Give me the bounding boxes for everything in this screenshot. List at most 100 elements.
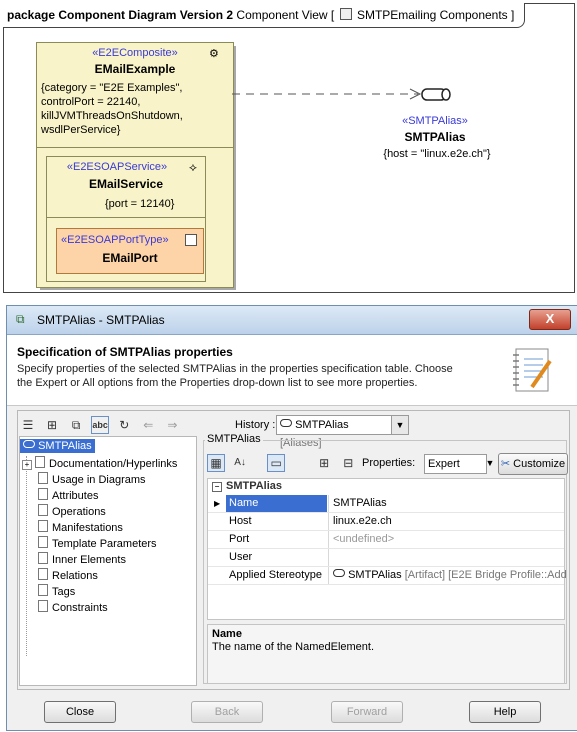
service-stereotype: «E2ESOAPService» xyxy=(66,161,168,173)
close-window-button[interactable]: X xyxy=(529,309,571,330)
property-row-host[interactable]: Host linux.e2e.ch xyxy=(208,513,564,531)
alias-tags: {host = "linux.e2e.ch"} xyxy=(383,148,491,160)
tree-item-label: Operations xyxy=(52,506,106,518)
page-icon xyxy=(38,472,48,484)
back-button[interactable]: Back xyxy=(191,701,263,723)
property-row-name[interactable]: ▶ Name SMTPAlias xyxy=(208,495,564,513)
service-name: EMailService xyxy=(88,177,164,191)
expand-all-icon[interactable]: ⊞ xyxy=(315,454,333,472)
current-row-icon: ▶ xyxy=(214,499,221,508)
page-icon xyxy=(35,456,45,468)
collapse-icon[interactable]: − xyxy=(212,482,222,492)
package-tab: package Component Diagram Version 2 Comp… xyxy=(3,3,526,28)
property-value[interactable]: SMTPAlias xyxy=(328,495,569,512)
alias-stereotype: «SMTPAlias» xyxy=(402,115,468,127)
example-tag-line: wsdlPerService} xyxy=(41,124,121,136)
tree-item-label: Inner Elements xyxy=(52,554,126,566)
tree-item-tags[interactable]: Tags xyxy=(38,584,75,600)
compartment-divider xyxy=(37,147,233,148)
tree-item-label: Constraints xyxy=(52,602,108,614)
refresh-icon[interactable]: ↻ xyxy=(115,416,133,434)
property-row-user[interactable]: User xyxy=(208,549,564,567)
forward-arrow-icon[interactable]: ⇒ xyxy=(163,416,181,434)
component-icon xyxy=(339,8,352,20)
page-icon xyxy=(38,584,48,596)
example-tag-line: controlPort = 22140, xyxy=(41,96,141,108)
expand-icon[interactable]: + xyxy=(22,460,32,470)
list-view-icon[interactable]: ☰ xyxy=(19,416,37,434)
collapse-all-icon[interactable]: ⊟ xyxy=(339,454,357,472)
tree-view-icon[interactable]: ⊞ xyxy=(43,416,61,434)
properties-select[interactable]: Expert xyxy=(424,454,487,474)
properties-tree: SMTPAlias + Documentation/Hyperlinks Usag… xyxy=(19,436,197,686)
property-value[interactable] xyxy=(328,549,569,566)
properties-label: Properties: xyxy=(362,457,416,469)
dialog-header: Specification of SMTPAlias properties Sp… xyxy=(7,335,577,406)
service-tags: {port = 12140} xyxy=(105,198,175,210)
property-row-stereotype[interactable]: Applied Stereotype SMTPAlias [Artifact] … xyxy=(208,567,567,585)
page-icon xyxy=(38,520,48,532)
tree-item-manifestations[interactable]: Manifestations xyxy=(38,520,123,536)
alias-icon xyxy=(280,419,292,427)
artifact-alias-icon xyxy=(421,88,451,101)
tree-item-constraints[interactable]: Constraints xyxy=(38,600,108,616)
spec-window-icon: ⧉ xyxy=(16,312,25,326)
customize-button[interactable]: ✂ Customize xyxy=(498,453,568,475)
copy-icon[interactable]: ⧉ xyxy=(67,416,85,434)
tree-root[interactable]: SMTPAlias xyxy=(20,439,95,453)
tree-item-usage[interactable]: Usage in Diagrams xyxy=(38,472,146,488)
example-tags: {category = "E2E Examples", controlPort … xyxy=(41,81,183,137)
property-key: Host xyxy=(229,515,252,527)
alias-name: SMTPAlias xyxy=(404,130,466,144)
property-value[interactable]: SMTPAlias [Artifact] [E2E Bridge Profile… xyxy=(328,567,569,584)
close-button[interactable]: Close xyxy=(44,701,116,723)
tree-item-label: Attributes xyxy=(52,490,99,502)
categorized-icon[interactable]: ▦ xyxy=(207,454,225,472)
tree-connector xyxy=(26,456,28,656)
window-title: SMTPAlias - SMTPAlias xyxy=(37,313,165,327)
header-title: Specification of SMTPAlias properties xyxy=(17,345,233,359)
tree-item-label: Usage in Diagrams xyxy=(52,474,146,486)
chevron-down-icon[interactable]: ▼ xyxy=(391,415,409,435)
back-arrow-icon[interactable]: ⇐ xyxy=(139,416,157,434)
help-button[interactable]: Help xyxy=(469,701,541,723)
tree-item-label: Template Parameters xyxy=(52,538,157,550)
stereotype-value: SMTPAlias xyxy=(348,569,402,581)
title-bar[interactable]: ⧉ SMTPAlias - SMTPAlias X xyxy=(7,306,577,335)
page-icon xyxy=(38,600,48,612)
description-toggle-icon[interactable]: ▭ xyxy=(267,454,286,472)
property-value[interactable]: linux.e2e.ch xyxy=(328,513,569,530)
port-stereotype: «E2ESOAPPortType» xyxy=(61,234,169,246)
stereotype-suffix: [Artifact] [E2E Bridge Profile::Add xyxy=(404,569,567,581)
grid-group-header[interactable]: − SMTPAlias xyxy=(208,479,564,494)
forward-button[interactable]: Forward xyxy=(331,701,403,723)
property-value[interactable]: <undefined> xyxy=(328,531,569,548)
header-description: Specify properties of the selected SMTPA… xyxy=(17,363,453,389)
spell-check-icon[interactable]: abc xyxy=(91,416,110,434)
history-select[interactable]: SMTPAlias [Aliases] xyxy=(276,415,393,449)
sort-alpha-icon[interactable]: A↓ xyxy=(231,454,249,472)
chevron-down-icon[interactable]: ▼ xyxy=(483,454,497,472)
tools-icon: ✂ xyxy=(500,458,511,470)
page-icon xyxy=(38,552,48,564)
tree-item-attributes[interactable]: Attributes xyxy=(38,488,98,504)
properties-grid: − SMTPAlias ▶ Name SMTPAlias Host linux.e… xyxy=(207,478,567,620)
description-panel: Name The name of the NamedElement. xyxy=(207,624,565,684)
history-label: History : xyxy=(235,419,276,431)
tree-item-relations[interactable]: Relations xyxy=(38,568,98,584)
example-stereotype: «E2EComposite» xyxy=(92,47,178,59)
tree-item-operations[interactable]: Operations xyxy=(38,504,106,520)
alias-icon xyxy=(333,569,345,577)
tree-item-documentation[interactable]: + Documentation/Hyperlinks xyxy=(22,456,177,472)
package-name: Component Diagram Version 2 xyxy=(58,8,234,22)
property-key: Port xyxy=(229,533,250,545)
grid-group-label: SMTPAlias xyxy=(226,480,283,492)
customize-label: Customize xyxy=(513,458,566,470)
example-tag-line: killJVMThreadsOnShutdown, xyxy=(41,110,183,122)
package-kind: package xyxy=(7,8,56,22)
property-row-port[interactable]: Port <undefined> xyxy=(208,531,564,549)
tree-item-template-parameters[interactable]: Template Parameters xyxy=(38,536,157,552)
tree-item-inner-elements[interactable]: Inner Elements xyxy=(38,552,126,568)
compartment-divider xyxy=(47,217,205,218)
email-port-component[interactable]: «E2ESOAPPortType» EMailPort xyxy=(56,228,204,274)
